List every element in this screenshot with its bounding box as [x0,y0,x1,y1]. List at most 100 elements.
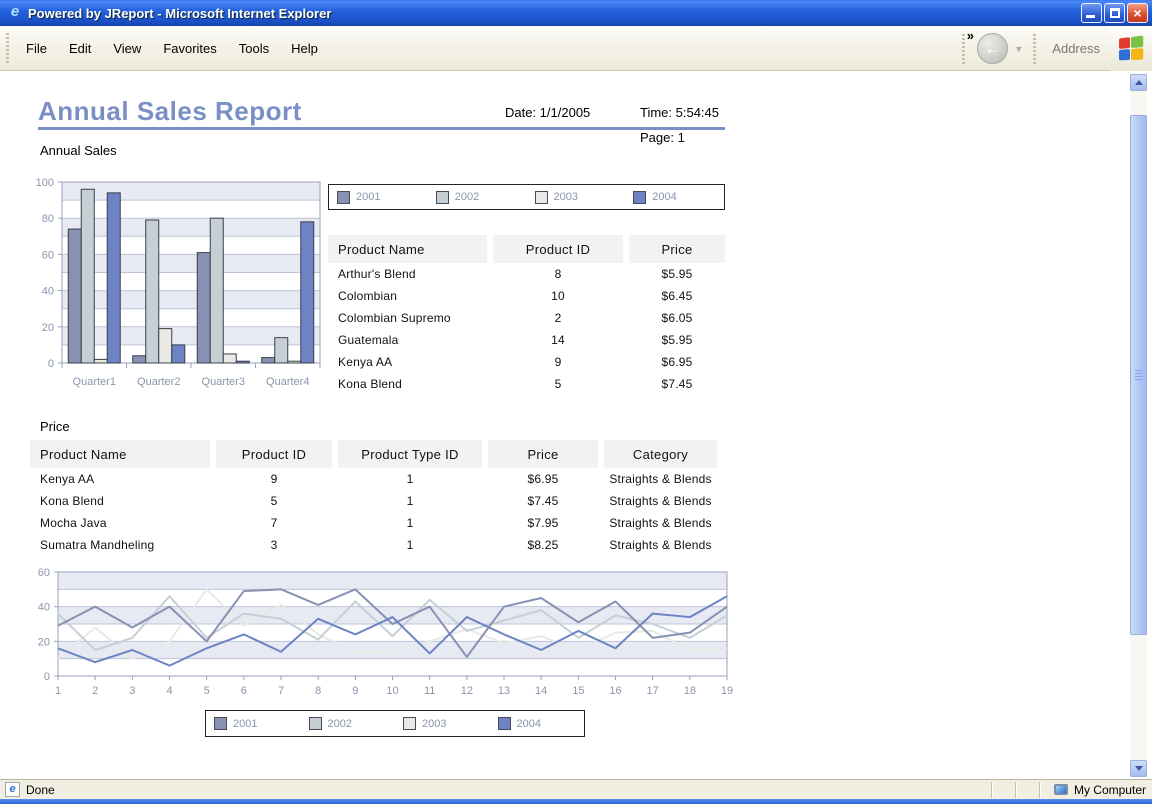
table-cell: Colombian Supremo [328,307,487,329]
column-header: Product Type ID [338,440,482,468]
toolbar-grip[interactable] [962,34,965,64]
vertical-scrollbar[interactable] [1130,74,1147,777]
toolbar-right: ← ▼ » Address [956,26,1152,71]
svg-text:13: 13 [498,685,510,697]
table-cell: 3 [216,534,332,556]
table-cell: $5.95 [629,329,725,351]
svg-text:15: 15 [572,685,584,697]
title-rule [38,127,725,130]
arrow-down-icon [1135,766,1143,771]
legend-label: 2001 [233,718,257,730]
svg-text:10: 10 [386,685,398,697]
table-row: Kenya AA91$6.95Straights & Blends [30,468,717,490]
svg-text:100: 100 [36,177,54,189]
table-cell: $7.95 [488,512,598,534]
window-title: Powered by JReport - Microsoft Internet … [28,6,331,21]
table-cell: $6.45 [629,285,725,307]
report-time: Time: 5:54:45 [640,105,719,120]
svg-text:60: 60 [42,249,54,261]
table-cell: Kona Blend [328,373,487,395]
table-header-row: Product NameProduct IDPrice [328,235,725,263]
menu-file[interactable]: File [15,36,58,61]
svg-text:Quarter3: Quarter3 [202,376,245,388]
svg-text:6: 6 [241,685,247,697]
my-computer-icon [1054,784,1068,795]
svg-text:11: 11 [424,685,435,697]
table-cell: Mocha Java [30,512,210,534]
window-bottom-border [0,799,1152,804]
close-button[interactable]: × [1127,3,1148,23]
table-cell: $7.45 [488,490,598,512]
legend-label: 2002 [328,718,352,730]
report-title: Annual Sales Report [38,96,302,127]
table-cell: 1 [338,468,482,490]
back-button[interactable]: ← [977,33,1008,64]
svg-text:Quarter4: Quarter4 [266,376,309,388]
table-row: Colombian Supremo2$6.05 [328,307,725,329]
table-cell: $6.95 [629,351,725,373]
legend-swatch-icon [214,717,227,730]
table-cell: Straights & Blends [604,534,717,556]
legend-label: 2001 [356,191,380,203]
windows-logo-icon [1110,26,1152,71]
scroll-down-button[interactable] [1130,760,1147,777]
table-cell: 1 [338,490,482,512]
svg-text:9: 9 [352,685,358,697]
table-cell: 9 [493,351,623,373]
restore-button[interactable] [1104,3,1125,23]
column-header: Price [488,440,598,468]
table-row: Guatemala 14 $5.95 [328,329,725,351]
table-cell: Kenya AA [328,351,487,373]
table-cell: Straights & Blends [604,512,717,534]
legend-swatch-icon [436,191,449,204]
column-header: Category [604,440,717,468]
table-cell: 5 [216,490,332,512]
minimize-icon [1086,15,1095,18]
toolbar-grip[interactable] [6,33,9,63]
column-header: Product ID [493,235,623,263]
svg-text:60: 60 [38,567,50,579]
scroll-up-button[interactable] [1130,74,1147,91]
table-row: Mocha Java71$7.95Straights & Blends [30,512,717,534]
table-cell: 14 [493,329,623,351]
svg-text:0: 0 [44,671,50,683]
menu-edit[interactable]: Edit [58,36,102,61]
menu-help[interactable]: Help [280,36,329,61]
legend-item-2004: 2004 [490,717,585,730]
svg-text:0: 0 [48,358,54,370]
svg-text:14: 14 [535,685,547,697]
svg-text:40: 40 [38,602,50,614]
menu-view[interactable]: View [102,36,152,61]
svg-text:7: 7 [278,685,284,697]
svg-text:4: 4 [166,685,172,697]
svg-text:Quarter2: Quarter2 [137,376,180,388]
svg-text:2: 2 [92,685,98,697]
security-zone-text: My Computer [1074,783,1146,797]
status-pane-divider [991,782,992,798]
browser-window: e Powered by JReport - Microsoft Interne… [0,0,1152,804]
legend-item-2001: 2001 [206,717,301,730]
table-cell: 1 [338,512,482,534]
table-cell: 10 [493,285,623,307]
menu-favorites[interactable]: Favorites [152,36,227,61]
svg-text:18: 18 [684,685,696,697]
bar-chart-legend: 2001200220032004 [328,184,725,210]
table-cell: $8.25 [488,534,598,556]
svg-text:5: 5 [204,685,210,697]
legend-item-2003: 2003 [395,717,490,730]
legend-swatch-icon [633,191,646,204]
minimize-button[interactable] [1081,3,1102,23]
table-cell: 2 [493,307,623,329]
scrollbar-thumb[interactable] [1130,115,1147,635]
toolbar-grip[interactable] [1033,34,1036,64]
menu-tools[interactable]: Tools [228,36,280,61]
price-line-chart: 020406012345678910111213141516171819 [28,560,734,706]
table-cell: $7.45 [629,373,725,395]
arrow-up-icon [1135,80,1143,85]
table-row: Kona Blend5$7.45 [328,373,725,395]
restore-icon [1110,8,1120,18]
back-dropdown-caret[interactable]: ▼ [1014,44,1023,54]
table-cell: Guatemala [328,329,487,351]
legend-swatch-icon [535,191,548,204]
toolbar-overflow-chevron[interactable]: » [967,28,974,43]
